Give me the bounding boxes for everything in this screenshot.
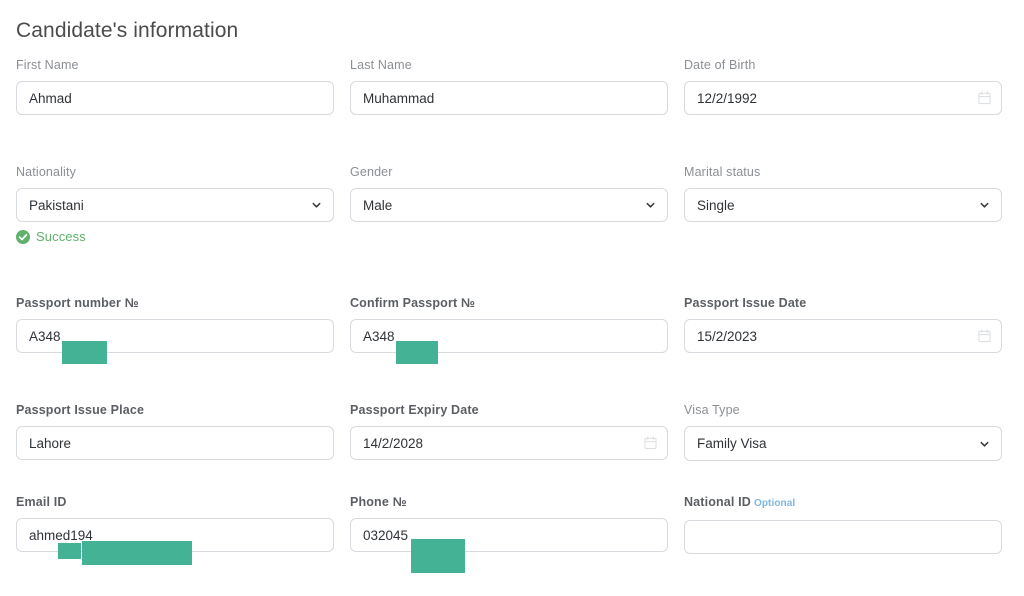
passport-number-value: A348 — [29, 328, 61, 344]
nationality-select[interactable]: Pakistani — [16, 188, 334, 222]
visa-type-value: Family Visa — [697, 436, 767, 451]
field-national-id: National ID Optional — [684, 495, 1002, 554]
passport-issue-date-value: 15/2/2023 — [697, 328, 758, 344]
field-label-visa-type: Visa Type — [684, 403, 740, 417]
page-title: Candidate's information — [16, 19, 239, 42]
chevron-down-icon[interactable] — [645, 200, 656, 211]
national-id-optional-tag: Optional — [753, 498, 796, 509]
field-phone-number: Phone № 032045 — [350, 495, 668, 552]
email-id-input[interactable]: ahmed194 — [16, 518, 334, 552]
calendar-icon[interactable] — [978, 91, 991, 105]
field-gender: Gender Male — [350, 165, 668, 222]
chevron-down-icon[interactable] — [311, 200, 322, 211]
last-name-input[interactable]: Muhammad — [350, 81, 668, 115]
last-name-value: Muhammad — [363, 90, 435, 106]
field-marital-status: Marital status Single — [684, 165, 1002, 222]
field-date-of-birth: Date of Birth 12/2/1992 — [684, 58, 1002, 115]
field-label-gender: Gender — [350, 165, 393, 179]
passport-issue-place-input[interactable]: Lahore — [16, 426, 334, 460]
field-label-passport-number: Passport number № — [16, 296, 139, 310]
check-circle-icon — [16, 229, 30, 244]
field-passport-issue-date: Passport Issue Date 15/2/2023 — [684, 296, 1002, 353]
field-label-last-name: Last Name — [350, 58, 412, 72]
field-nationality: Nationality Pakistani Success — [16, 165, 334, 244]
field-visa-type: Visa Type Family Visa — [684, 403, 1002, 461]
marital-status-value: Single — [697, 197, 735, 213]
national-id-label-text: National ID — [684, 495, 751, 509]
first-name-input[interactable]: Ahmad — [16, 81, 334, 115]
passport-expiry-date-input[interactable]: 14/2/2028 — [350, 426, 668, 460]
field-label-nationality: Nationality — [16, 165, 77, 179]
passport-issue-place-value: Lahore — [29, 435, 72, 451]
nationality-value: Pakistani — [29, 197, 84, 213]
confirm-passport-number-input[interactable]: A348 — [350, 319, 668, 353]
field-first-name: First Name Ahmad — [16, 58, 334, 115]
chevron-down-icon[interactable] — [979, 438, 990, 449]
field-label-first-name: First Name — [16, 58, 79, 72]
calendar-icon[interactable] — [978, 329, 991, 343]
field-label-marital-status: Marital status — [684, 165, 761, 179]
gender-value: Male — [363, 197, 393, 213]
field-label-phone-number: Phone № — [350, 495, 407, 509]
email-id-value: ahmed194 — [29, 527, 93, 543]
date-of-birth-input[interactable]: 12/2/1992 — [684, 81, 1002, 115]
gender-select[interactable]: Male — [350, 188, 668, 222]
field-passport-issue-place: Passport Issue Place Lahore — [16, 403, 334, 460]
marital-status-select[interactable]: Single — [684, 188, 1002, 222]
field-email-id: Email ID ahmed194 — [16, 495, 334, 552]
field-passport-number: Passport number № A348 — [16, 296, 334, 353]
field-label-email-id: Email ID — [16, 495, 67, 509]
phone-number-value: 032045 — [363, 527, 409, 543]
field-passport-expiry-date: Passport Expiry Date 14/2/2028 — [350, 403, 668, 460]
passport-number-input[interactable]: A348 — [16, 319, 334, 353]
confirm-passport-number-value: A348 — [363, 328, 395, 344]
nationality-success-label: Success — [36, 229, 86, 244]
candidate-information-form: Candidate's information First Name Ahmad… — [0, 0, 1024, 596]
chevron-down-icon[interactable] — [979, 200, 990, 211]
field-label-confirm-passport-number: Confirm Passport № — [350, 296, 475, 310]
field-last-name: Last Name Muhammad — [350, 58, 668, 115]
date-of-birth-value: 12/2/1992 — [697, 90, 758, 106]
nationality-success-message: Success — [16, 229, 334, 244]
passport-expiry-date-value: 14/2/2028 — [363, 435, 424, 451]
passport-issue-date-input[interactable]: 15/2/2023 — [684, 319, 1002, 353]
field-label-date-of-birth: Date of Birth — [684, 58, 756, 72]
national-id-input[interactable] — [684, 520, 1002, 554]
visa-type-select[interactable]: Family Visa — [684, 426, 1002, 461]
field-confirm-passport-number: Confirm Passport № A348 — [350, 296, 668, 353]
first-name-value: Ahmad — [29, 90, 72, 106]
field-label-passport-issue-place: Passport Issue Place — [16, 403, 145, 417]
calendar-icon[interactable] — [644, 436, 657, 450]
field-label-national-id: National ID Optional — [684, 495, 1002, 511]
field-label-passport-expiry-date: Passport Expiry Date — [350, 403, 479, 417]
phone-number-input[interactable]: 032045 — [350, 518, 668, 552]
field-label-passport-issue-date: Passport Issue Date — [684, 296, 807, 310]
